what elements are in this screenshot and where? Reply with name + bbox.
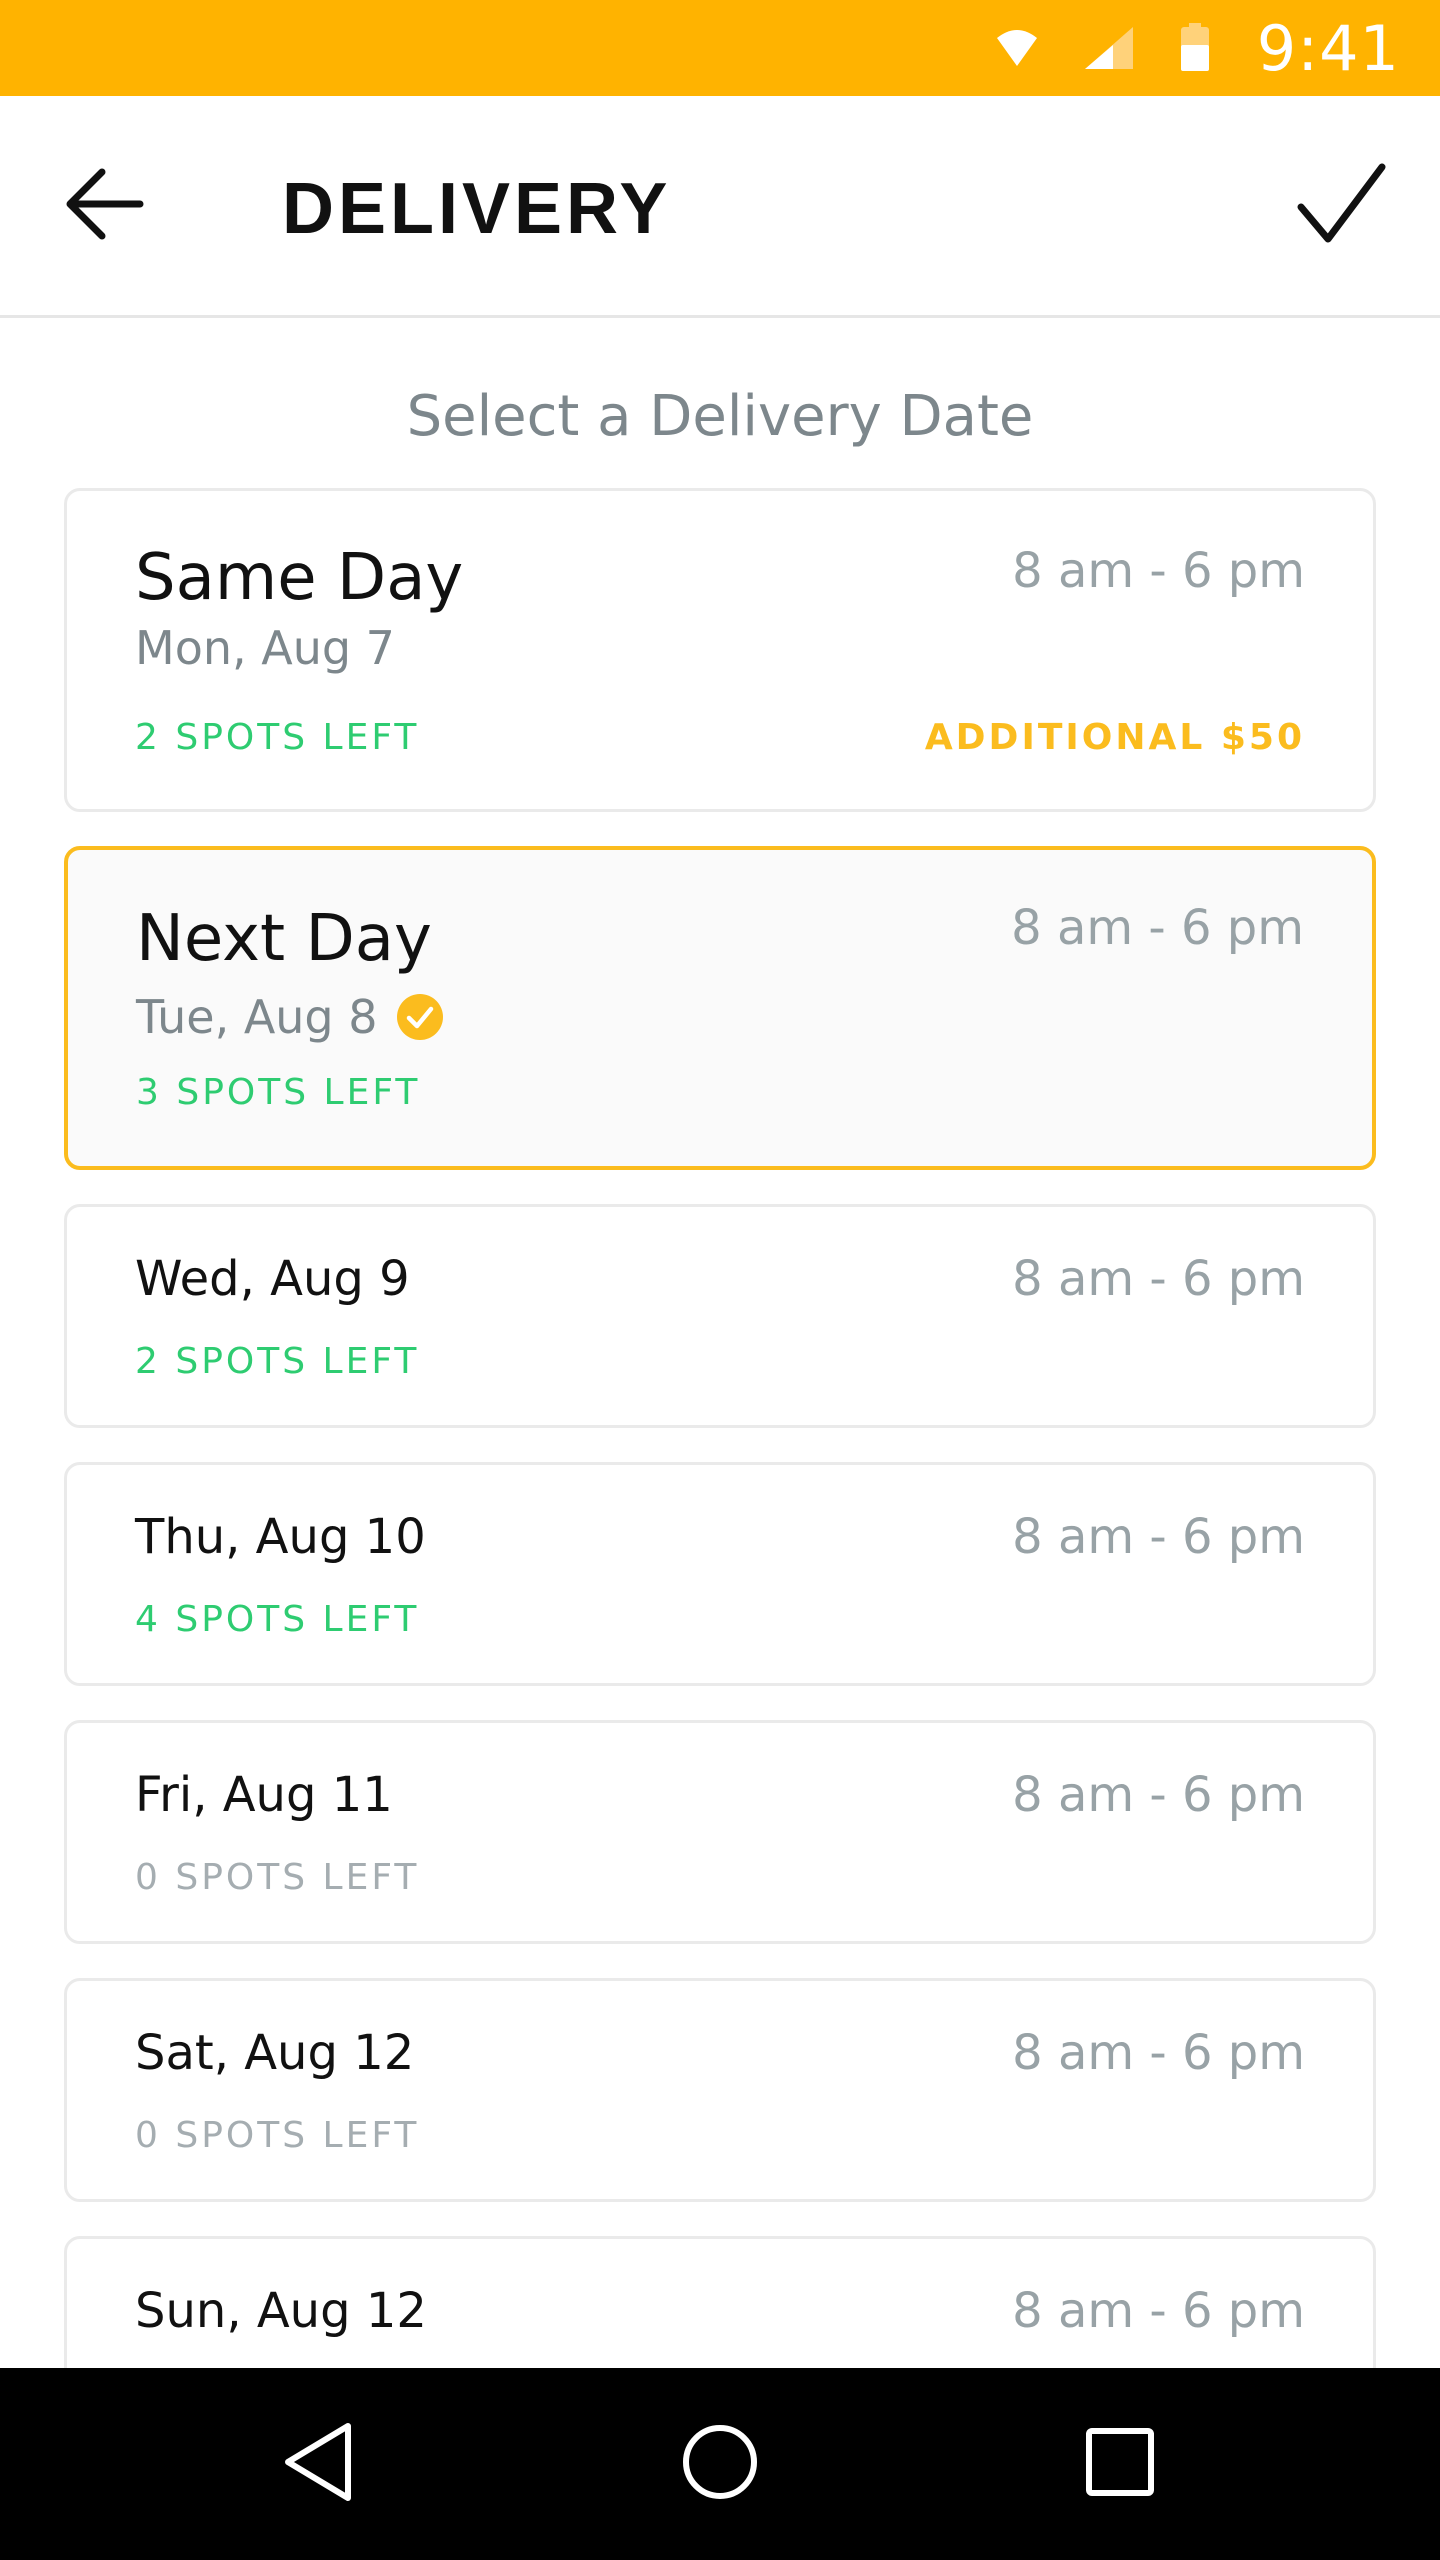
delivery-date-list[interactable]: Select a Delivery Date Same Day Mon, Aug… <box>0 318 1440 2368</box>
delivery-option-next-day[interactable]: Next Day Tue, Aug 8 8 am - 6 pm 3 SPOTS … <box>64 846 1376 1170</box>
option-label: Wed, Aug 9 <box>135 1251 410 1307</box>
option-label: Next Day <box>136 902 432 976</box>
check-icon <box>1296 163 1386 250</box>
nav-recents-button[interactable] <box>1060 2404 1180 2524</box>
delivery-option-same-day[interactable]: Same Day Mon, Aug 7 8 am - 6 pm 2 SPOTS … <box>64 488 1376 812</box>
status-time: 9:41 <box>1256 11 1400 85</box>
option-date: Tue, Aug 8 <box>136 990 444 1044</box>
option-label: Thu, Aug 10 <box>135 1509 426 1565</box>
option-time: 8 am - 6 pm <box>1012 2283 1305 2339</box>
delivery-option-sun-aug-12[interactable]: Sun, Aug 12 8 am - 6 pm <box>64 2236 1376 2368</box>
recents-square-icon <box>1085 2427 1155 2502</box>
delivery-option-fri-aug-11[interactable]: Fri, Aug 11 8 am - 6 pm 0 SPOTS LEFT <box>64 1720 1376 1944</box>
spots-left-badge: 3 SPOTS LEFT <box>136 1072 421 1113</box>
spots-left-badge: 4 SPOTS LEFT <box>135 1599 420 1640</box>
back-button[interactable] <box>56 158 152 254</box>
app-bar: DELIVERY <box>0 96 1440 318</box>
spots-left-badge: 2 SPOTS LEFT <box>135 717 420 758</box>
option-time: 8 am - 6 pm <box>1012 1767 1305 1823</box>
delivery-option-thu-aug-10[interactable]: Thu, Aug 10 8 am - 6 pm 4 SPOTS LEFT <box>64 1462 1376 1686</box>
option-label: Sun, Aug 12 <box>135 2283 427 2339</box>
option-date: Mon, Aug 7 <box>135 621 395 675</box>
option-label: Fri, Aug 11 <box>135 1767 393 1823</box>
spots-left-badge: 2 SPOTS LEFT <box>135 1341 420 1382</box>
home-circle-icon <box>682 2424 758 2505</box>
delivery-option-sat-aug-12[interactable]: Sat, Aug 12 8 am - 6 pm 0 SPOTS LEFT <box>64 1978 1376 2202</box>
back-triangle-icon <box>280 2420 360 2509</box>
wifi-icon <box>995 28 1039 68</box>
status-bar: 9:41 <box>0 0 1440 96</box>
option-time: 8 am - 6 pm <box>1012 543 1305 599</box>
nav-home-button[interactable] <box>660 2404 780 2524</box>
selected-check-icon <box>396 993 444 1041</box>
option-time: 8 am - 6 pm <box>1012 2025 1305 2081</box>
signal-icon <box>1083 25 1135 71</box>
confirm-button[interactable] <box>1286 156 1396 256</box>
battery-icon <box>1179 23 1211 73</box>
spots-left-badge: 0 SPOTS LEFT <box>135 1857 420 1898</box>
page-title: DELIVERY <box>282 169 672 249</box>
system-nav-bar <box>0 2368 1440 2560</box>
delivery-option-wed-aug-9[interactable]: Wed, Aug 9 8 am - 6 pm 2 SPOTS LEFT <box>64 1204 1376 1428</box>
section-heading: Select a Delivery Date <box>406 384 1034 449</box>
option-time: 8 am - 6 pm <box>1012 1251 1305 1307</box>
spots-left-badge: 0 SPOTS LEFT <box>135 2115 420 2156</box>
option-time: 8 am - 6 pm <box>1012 1509 1305 1565</box>
option-label: Same Day <box>135 541 464 615</box>
additional-fee-badge: ADDITIONAL $50 <box>924 717 1305 758</box>
nav-back-button[interactable] <box>260 2404 380 2524</box>
option-time: 8 am - 6 pm <box>1011 900 1304 956</box>
option-label: Sat, Aug 12 <box>135 2025 415 2081</box>
arrow-left-icon <box>64 166 144 247</box>
